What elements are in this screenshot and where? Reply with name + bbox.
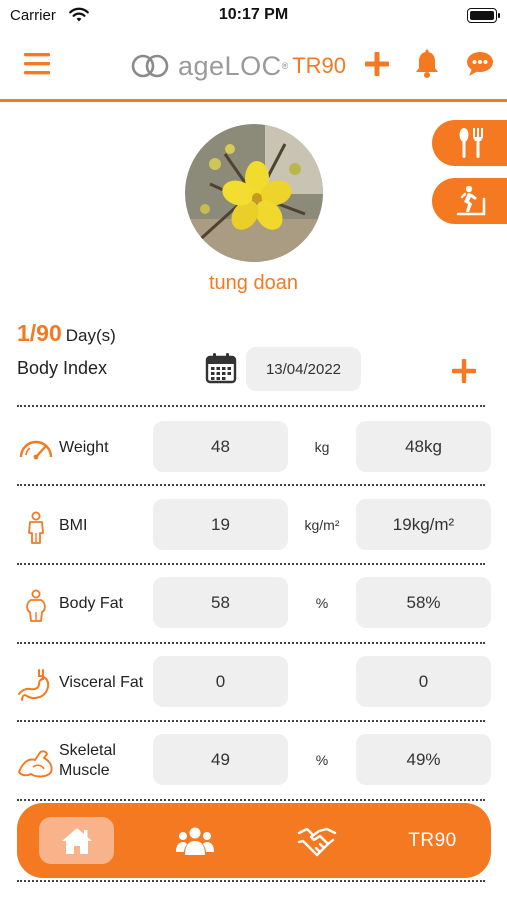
chat-icon[interactable] — [464, 48, 496, 80]
metric-unit — [288, 656, 356, 707]
home-icon — [61, 827, 92, 854]
weight-input[interactable]: 48 — [153, 421, 288, 472]
logo-product: TR90 — [292, 53, 347, 78]
divider — [17, 405, 485, 407]
metric-label: Visceral Fat — [59, 674, 144, 691]
clock: 10:17 PM — [218, 6, 289, 23]
stomach-icon — [18, 669, 50, 701]
divider — [17, 484, 485, 486]
metric-label: Body Fat — [59, 595, 124, 612]
scale-gauge-icon — [19, 440, 53, 460]
metric-row-weight: Weight 48 kg 48kg — [0, 417, 507, 479]
battery-icon — [467, 8, 500, 23]
bell-icon[interactable] — [411, 48, 443, 80]
meal-button[interactable] — [432, 120, 507, 166]
date-picker-field[interactable]: 13/04/2022 — [246, 347, 361, 391]
calendar-icon[interactable] — [205, 352, 237, 384]
day-count: 1/90 — [17, 320, 62, 346]
body-icon — [28, 511, 44, 544]
profile-name: tung doan — [209, 272, 298, 294]
divider — [17, 720, 485, 722]
divider — [17, 880, 485, 882]
metric-unit: % — [315, 751, 329, 768]
body-fat-input[interactable]: 58 — [153, 577, 288, 628]
top-nav-bar: ageLOC ® TR90 — [0, 34, 507, 102]
bmi-input[interactable]: 19 — [153, 499, 288, 550]
metric-label: BMI — [59, 517, 88, 534]
add-body-index-icon[interactable] — [450, 357, 478, 385]
profile-avatar[interactable] — [185, 124, 323, 262]
group-icon — [175, 827, 214, 855]
meal-icon — [459, 128, 483, 158]
metric-label: Weight — [59, 439, 109, 456]
day-progress: 1/90 Day(s) — [17, 320, 116, 347]
plus-icon[interactable] — [361, 48, 393, 80]
body-fat-icon — [26, 589, 46, 622]
tab-partners[interactable] — [279, 817, 354, 864]
logo-wordmark: ageLOC — [178, 50, 282, 81]
divider — [17, 642, 485, 644]
tab-tr90-label: TR90 — [408, 829, 457, 851]
muscle-arm-icon — [18, 750, 53, 778]
metric-label: Skeletal Muscle — [59, 742, 116, 779]
visceral-fat-result: 0 — [356, 656, 491, 707]
handshake-icon — [297, 827, 336, 856]
metric-row-visceral-fat: Visceral Fat 0 0 — [0, 652, 507, 714]
metric-row-body-fat: Body Fat 58 % 58% — [0, 573, 507, 635]
body-fat-result: 58% — [356, 577, 491, 628]
tab-community[interactable] — [157, 817, 232, 864]
day-unit: Day(s) — [65, 326, 116, 345]
metric-unit: kg — [314, 438, 330, 455]
bottom-tab-bar: TR90 — [17, 803, 491, 878]
bmi-result: 19kg/m² — [356, 499, 491, 550]
exercise-button[interactable] — [432, 178, 507, 224]
logo-registered-mark: ® — [281, 61, 289, 71]
skeletal-muscle-input[interactable]: 49 — [153, 734, 288, 785]
logo-rings-icon — [131, 54, 169, 78]
metric-unit: % — [315, 594, 329, 611]
divider — [17, 563, 485, 565]
menu-icon[interactable] — [24, 52, 52, 76]
body-index-label: Body Index — [17, 358, 108, 378]
ageloc-tr90-logo: ageLOC ® TR90 — [130, 48, 346, 84]
avatar-photo-flower — [185, 124, 323, 262]
skeletal-muscle-result: 49% — [356, 734, 491, 785]
metric-row-bmi: BMI 19 kg/m² 19kg/m² — [0, 495, 507, 557]
visceral-fat-input[interactable]: 0 — [153, 656, 288, 707]
exercise-icon — [456, 185, 486, 216]
tab-home[interactable] — [39, 817, 114, 864]
metric-unit: kg/m² — [304, 516, 340, 533]
tab-tr90[interactable]: TR90 — [395, 817, 470, 864]
divider — [17, 799, 485, 801]
metric-row-skeletal-muscle: Skeletal Muscle 49 % 49% — [0, 730, 507, 792]
weight-result: 48kg — [356, 421, 491, 472]
status-bar: Carrier 10:17 PM — [0, 0, 507, 34]
